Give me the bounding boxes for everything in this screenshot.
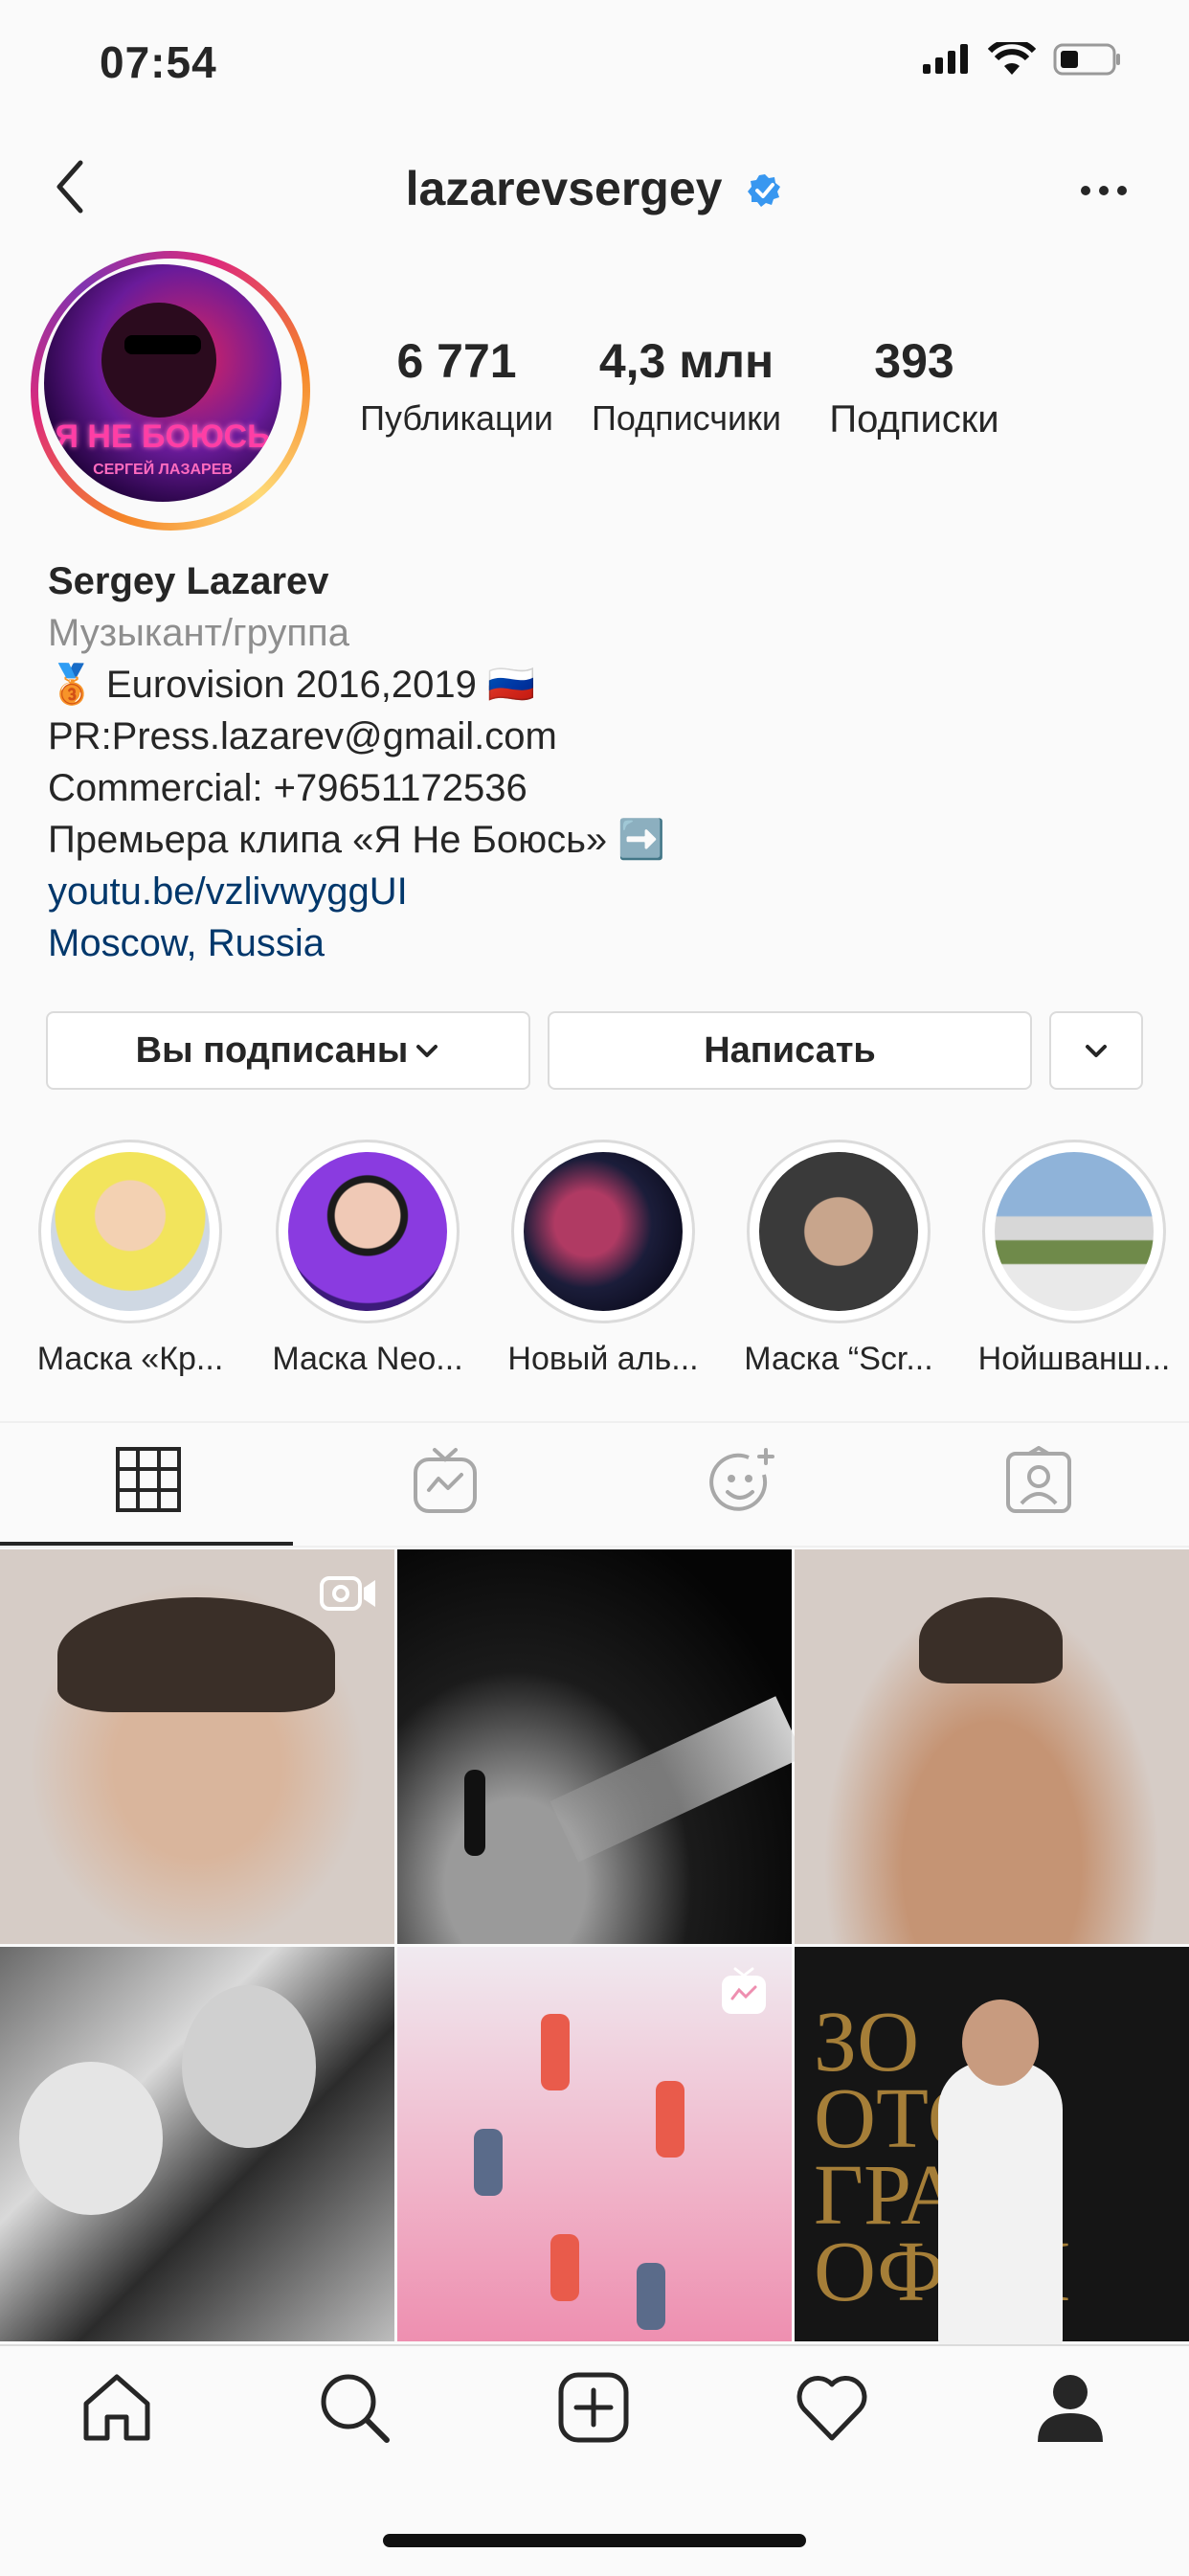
new-post-icon <box>558 2372 629 2443</box>
chevron-down-icon <box>1086 1045 1107 1057</box>
bio-line-commercial: Commercial: +79651172536 <box>48 767 527 809</box>
highlight-cover <box>524 1152 683 1311</box>
following-label: Подписки <box>829 398 999 441</box>
highlight-caption: Нойшванш... <box>977 1341 1171 1377</box>
video-icon <box>320 1576 375 1611</box>
following-button[interactable]: Вы подписаны <box>46 1011 530 1090</box>
posts-count[interactable]: 6 771 Публикации <box>347 337 567 439</box>
activity-icon <box>796 2376 867 2441</box>
post-thumbnail[interactable] <box>0 1947 394 2341</box>
status-icons <box>921 38 1122 81</box>
posts-label: Публикации <box>360 398 553 438</box>
wifi-icon <box>987 38 1037 81</box>
message-button-label: Написать <box>704 1029 876 1071</box>
post-thumbnail[interactable] <box>397 1549 804 1944</box>
followers-label: Подписчики <box>591 398 782 438</box>
following-count[interactable]: 393 Подписки <box>804 337 1024 441</box>
profile-username-header: lazarevsergey <box>0 161 1189 220</box>
bio-location[interactable]: Moscow, Russia <box>48 917 665 969</box>
highlight-caption: Маска «Кр... <box>36 1341 224 1377</box>
post-thumbnail[interactable] <box>397 1947 792 2341</box>
post-thumbnail[interactable] <box>795 1549 1189 1944</box>
profile-icon <box>1038 2375 1103 2442</box>
profile-category: Музыкант/группа <box>48 612 349 654</box>
bio-link[interactable]: youtu.be/vzlivwyggUI <box>48 866 665 917</box>
more-icon <box>1081 186 1127 195</box>
igtv-icon <box>722 1967 766 2014</box>
tagged-icon <box>1006 1446 1071 1513</box>
tab-tagged[interactable] <box>890 1446 1187 1515</box>
tab-grid[interactable] <box>0 1446 297 1513</box>
highlight-caption: Новый аль... <box>507 1341 699 1377</box>
signal-icon <box>921 43 971 80</box>
nav-search[interactable] <box>318 2371 391 2449</box>
highlight-item[interactable]: Новый аль... <box>507 1140 699 1378</box>
bio-line-eurovision: 🥉 Eurovision 2016,2019 🇷🇺 <box>48 664 535 706</box>
following-value: 393 <box>874 334 954 388</box>
profile-name: Sergey Lazarev <box>48 560 329 602</box>
nav-home[interactable] <box>80 2371 153 2449</box>
nav-profile[interactable] <box>1034 2371 1107 2449</box>
igtv-icon <box>414 1448 477 1513</box>
post-thumbnail[interactable]: ЗО ОТОЙГРА ОФОН <box>795 1947 1189 2349</box>
avatar-title-text: Я НЕ БОЮСЬ <box>55 418 271 455</box>
battery-icon <box>1053 42 1122 81</box>
highlight-item[interactable]: Маска «Кр... <box>34 1140 226 1378</box>
avatar-subtitle-text: СЕРГЕЙ ЛАЗАРЕВ <box>93 462 233 478</box>
highlight-item[interactable]: Нойшванш... <box>978 1140 1170 1378</box>
posts-value: 6 771 <box>396 334 517 388</box>
following-button-label: Вы подписаны <box>135 1029 409 1071</box>
verified-badge-icon <box>747 165 783 220</box>
highlight-caption: Маска Neo... <box>272 1341 463 1377</box>
followers-count[interactable]: 4,3 млн Подписчики <box>576 337 796 439</box>
tab-effects[interactable] <box>594 1446 890 1517</box>
more-options-button[interactable] <box>1080 184 1128 202</box>
bio-line-premiere: Премьера клипа «Я Не Боюсь» ➡️ <box>48 819 666 861</box>
nav-activity[interactable] <box>795 2371 869 2449</box>
search-icon <box>321 2374 390 2443</box>
username: lazarevsergey <box>405 162 723 215</box>
followers-value: 4,3 млн <box>598 334 774 388</box>
effects-icon <box>709 1448 774 1511</box>
nav-new-post[interactable] <box>557 2371 630 2449</box>
bio-line-pr: PR:Press.lazarev@gmail.com <box>48 715 557 757</box>
avatar[interactable]: Я НЕ БОЮСЬ СЕРГЕЙ ЛАЗАРЕВ <box>31 251 310 531</box>
highlight-cover <box>759 1152 918 1311</box>
highlight-item[interactable]: Маска “Scr... <box>743 1140 934 1378</box>
message-button[interactable]: Написать <box>548 1011 1032 1090</box>
home-icon <box>83 2374 150 2441</box>
suggested-accounts-button[interactable] <box>1049 1011 1143 1090</box>
status-time: 07:54 <box>100 37 217 87</box>
post-thumbnail[interactable] <box>0 1549 394 1944</box>
tab-igtv[interactable] <box>297 1446 594 1515</box>
highlight-caption: Маска “Scr... <box>744 1341 933 1377</box>
highlight-cover <box>51 1152 210 1311</box>
highlight-cover <box>995 1152 1154 1311</box>
highlight-cover <box>288 1152 447 1311</box>
profile-bio: Sergey Lazarev Музыкант/группа 🥉 Eurovis… <box>48 555 665 969</box>
avatar-image: Я НЕ БОЮСЬ СЕРГЕЙ ЛАЗАРЕВ <box>44 264 281 502</box>
grid-icon <box>116 1447 181 1512</box>
highlight-item[interactable]: Маска Neo... <box>272 1140 463 1378</box>
home-indicator <box>383 2534 806 2547</box>
chevron-down-icon <box>416 1045 438 1057</box>
